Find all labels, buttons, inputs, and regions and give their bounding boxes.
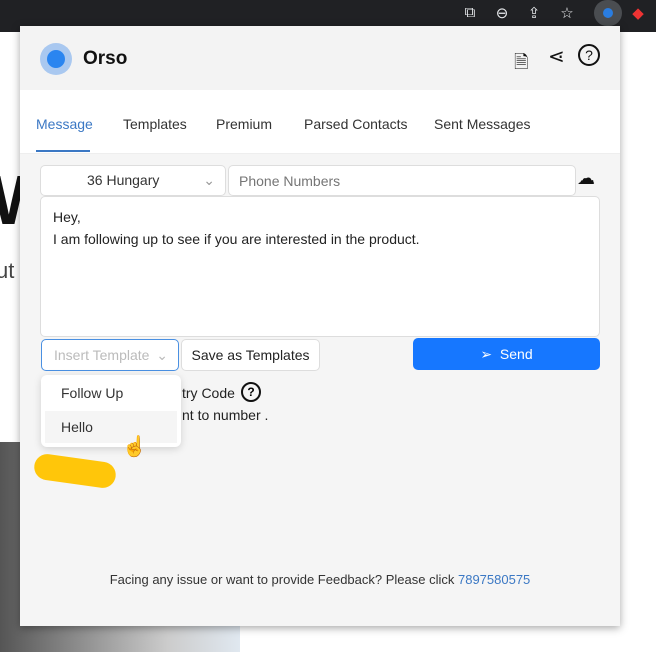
country-value: 36 Hungary xyxy=(87,172,160,188)
convert-number-text: nt to number . xyxy=(182,407,269,423)
footer-text: Facing any issue or want to provide Feed… xyxy=(109,572,458,587)
extension-popup: Orso 🗎 ⋖ ? Message Templates Premium Par… xyxy=(20,26,620,626)
insert-template-select[interactable]: Insert Template ⌄ xyxy=(41,339,179,371)
send-label: Send xyxy=(499,346,533,362)
save-file-icon[interactable]: 🗎 xyxy=(514,50,528,80)
feedback-phone-link[interactable]: 7897580575 xyxy=(458,572,530,587)
tab-bar: Message Templates Premium Parsed Contact… xyxy=(20,90,620,154)
tab-premium[interactable]: Premium xyxy=(216,116,272,132)
logo-icon xyxy=(40,43,72,75)
open-in-new-icon[interactable]: ⧉ xyxy=(460,4,480,21)
zoom-out-icon[interactable]: ⊖ xyxy=(492,4,512,22)
star-icon[interactable]: ☆ xyxy=(557,4,577,22)
tab-templates[interactable]: Templates xyxy=(123,116,187,132)
message-line: Hey, xyxy=(53,209,81,225)
message-line: I am following up to see if you are inte… xyxy=(53,231,420,247)
header: Orso 🗎 ⋖ ? xyxy=(20,26,620,90)
app-title: Orso xyxy=(83,48,128,69)
tab-message[interactable]: Message xyxy=(36,116,93,132)
save-as-templates-button[interactable]: Save as Templates xyxy=(181,339,320,371)
help-icon[interactable]: ? xyxy=(578,44,600,66)
country-select[interactable]: 36 Hungary ⌄ xyxy=(40,165,226,196)
template-option-follow-up[interactable]: Follow Up xyxy=(45,377,177,409)
extension-2-icon[interactable]: ◆ xyxy=(628,4,648,22)
phone-numbers-input[interactable] xyxy=(228,165,576,196)
template-dropdown: Follow Up Hello xyxy=(41,375,181,447)
tab-parsed-contacts[interactable]: Parsed Contacts xyxy=(304,116,408,132)
hand-cursor-icon: ☝ xyxy=(122,436,147,458)
background-text: ut xyxy=(0,258,15,283)
chevron-down-icon: ⌄ xyxy=(156,347,168,363)
template-option-hello[interactable]: Hello xyxy=(45,411,177,443)
help-icon[interactable]: ? xyxy=(241,382,261,402)
template-placeholder: Insert Template xyxy=(54,347,150,363)
extension-icon[interactable] xyxy=(594,0,622,26)
country-code-label: try Code xyxy=(182,385,235,401)
upload-cloud-icon[interactable]: ☁ xyxy=(577,168,595,189)
active-tab-indicator xyxy=(36,150,90,152)
tab-sent-messages[interactable]: Sent Messages xyxy=(434,116,531,132)
share-icon[interactable]: ⇪ xyxy=(524,4,544,22)
share-icon[interactable]: ⋖ xyxy=(548,44,565,69)
send-button[interactable]: ➢ Send xyxy=(413,338,600,370)
message-textarea[interactable]: Hey, I am following up to see if you are… xyxy=(40,196,600,337)
send-icon: ➢ xyxy=(480,346,493,362)
chevron-down-icon: ⌄ xyxy=(203,172,215,188)
feedback-footer: Facing any issue or want to provide Feed… xyxy=(20,572,620,587)
